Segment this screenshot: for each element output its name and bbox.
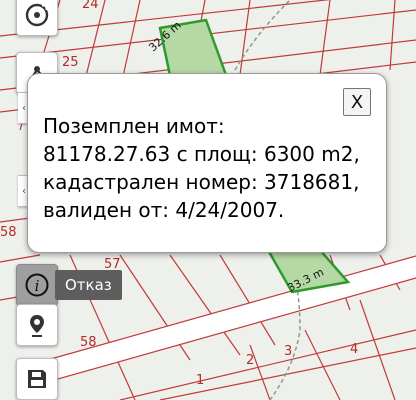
info-line: 81178.27.63 с площ: 6300 m2, — [43, 142, 360, 166]
svg-text:i: i — [35, 277, 40, 295]
compass-icon — [24, 2, 50, 28]
cancel-tooltip[interactable]: Отказ — [55, 270, 122, 300]
info-line: валиден от: 4/24/2007. — [43, 198, 285, 222]
save-icon — [24, 366, 50, 392]
chevron-left-icon: ‹ — [22, 102, 26, 114]
parcel-number: 3 — [284, 344, 292, 359]
parcel-number: 58 — [0, 225, 17, 240]
parcel-number: 2 — [246, 353, 254, 368]
save-button[interactable] — [16, 358, 58, 400]
parcel-info-text: Поземплен имот: 81178.27.63 с площ: 6300… — [43, 112, 383, 224]
parcel-number: 24 — [82, 0, 99, 12]
parcel-number: 1 — [196, 373, 204, 388]
info-line: кадастрален номер: 3718681, — [43, 170, 360, 194]
info-icon: i — [24, 272, 50, 298]
info-line: Поземплен имот: — [43, 114, 225, 138]
chevron-left-icon: ‹ — [22, 185, 26, 197]
parcel-info-popup: X Поземплен имот: 81178.27.63 с площ: 63… — [27, 73, 387, 253]
info-button[interactable]: i — [16, 264, 58, 306]
location-pin-icon — [24, 312, 50, 338]
location-button[interactable] — [16, 304, 58, 346]
parcel-number: 4 — [350, 342, 358, 357]
parcel-number: 58 — [80, 335, 97, 350]
compass-button[interactable] — [16, 0, 58, 36]
parcel-number: 25 — [62, 55, 79, 70]
